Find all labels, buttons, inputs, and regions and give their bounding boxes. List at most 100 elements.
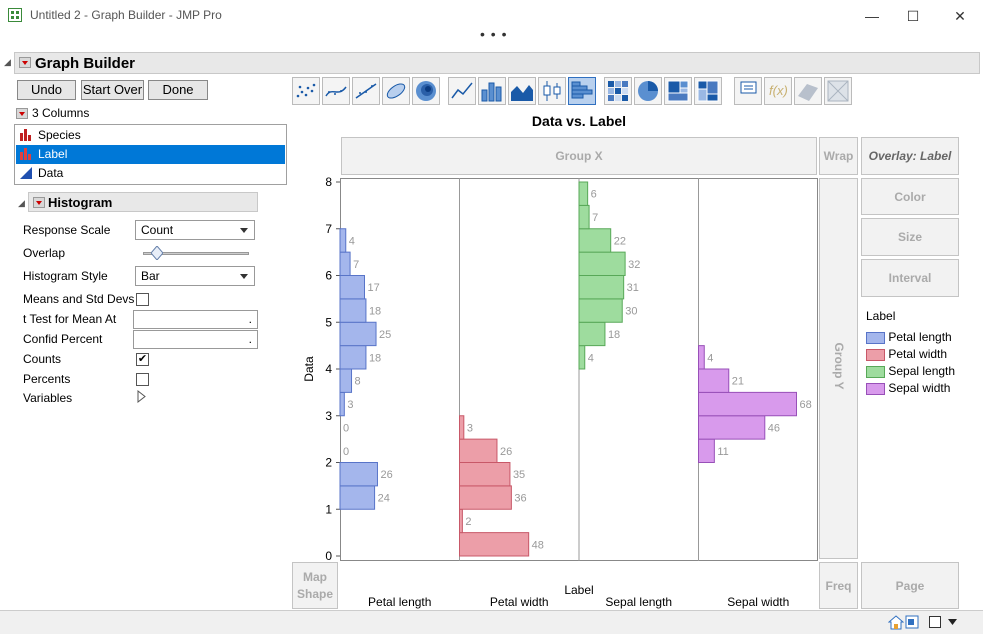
overlap-slider-thumb[interactable] bbox=[150, 245, 165, 261]
size-zone[interactable]: Size bbox=[861, 218, 959, 256]
y-tick-label: 5 bbox=[325, 315, 332, 329]
undo-button[interactable]: Undo bbox=[17, 80, 76, 100]
jmp-app-icon bbox=[8, 8, 22, 22]
box-plot-icon[interactable] bbox=[538, 77, 566, 105]
points-icon[interactable] bbox=[292, 77, 320, 105]
histogram-bar bbox=[578, 321, 606, 347]
counts-checkbox[interactable]: ✔ bbox=[136, 353, 149, 366]
count-label: 48 bbox=[532, 539, 544, 551]
toolbar-overflow-icon[interactable]: • • • bbox=[480, 26, 507, 42]
count-label: 31 bbox=[627, 282, 639, 294]
freq-zone[interactable]: Freq bbox=[819, 562, 858, 609]
caption-box-icon[interactable] bbox=[734, 77, 762, 105]
overlap-label: Overlap bbox=[23, 246, 66, 260]
legend-item[interactable]: Petal length bbox=[866, 330, 952, 344]
done-button[interactable]: Done bbox=[148, 80, 208, 100]
collapse-icon[interactable]: ◢ bbox=[4, 57, 11, 68]
window-list-icon[interactable] bbox=[905, 615, 919, 629]
variables-label: Variables bbox=[23, 391, 73, 405]
overlay-zone[interactable]: Overlay: Label bbox=[861, 137, 959, 175]
pie-icon[interactable] bbox=[634, 77, 662, 105]
histogram-bar bbox=[578, 345, 586, 370]
legend-item[interactable]: Sepal length bbox=[866, 364, 955, 378]
legend-item[interactable]: Sepal width bbox=[866, 381, 950, 395]
y-tick-label: 0 bbox=[325, 549, 332, 563]
home-icon[interactable] bbox=[888, 615, 904, 630]
color-zone[interactable]: Color bbox=[861, 178, 959, 215]
legend-swatch bbox=[866, 365, 885, 378]
histogram-bar bbox=[578, 228, 612, 253]
legend-swatch bbox=[866, 331, 885, 344]
heatmap-icon[interactable] bbox=[604, 77, 632, 105]
legend-item[interactable]: Petal width bbox=[866, 347, 947, 361]
column-item-data[interactable]: Data bbox=[16, 164, 285, 183]
column-list: Species Label Data bbox=[14, 124, 287, 185]
line-of-fit-icon[interactable] bbox=[352, 77, 380, 105]
chevron-down-icon[interactable] bbox=[948, 619, 957, 625]
treemap-icon[interactable] bbox=[664, 77, 692, 105]
histogram-bar bbox=[698, 415, 766, 440]
count-label: 18 bbox=[608, 329, 620, 341]
histogram-bar bbox=[698, 345, 705, 370]
percents-label: Percents bbox=[23, 372, 71, 386]
histogram-style-select[interactable]: Bar bbox=[135, 266, 255, 286]
page-zone[interactable]: Page bbox=[861, 562, 959, 609]
mosaic-icon[interactable] bbox=[694, 77, 722, 105]
wrap-zone[interactable]: Wrap bbox=[819, 137, 858, 175]
nominal-bar-icon bbox=[20, 129, 31, 141]
ttest-label: t Test for Mean At bbox=[23, 312, 117, 326]
minimize-button[interactable]: — bbox=[857, 6, 887, 26]
variables-expand-icon[interactable] bbox=[137, 389, 146, 406]
ellipse-icon[interactable] bbox=[382, 77, 410, 105]
histogram-bar bbox=[339, 228, 347, 253]
histogram-bar bbox=[339, 391, 345, 417]
window-title: Untitled 2 - Graph Builder - JMP Pro bbox=[30, 8, 222, 22]
map-shape-icon[interactable] bbox=[824, 77, 852, 105]
ttest-input[interactable]: . bbox=[133, 310, 258, 329]
formula-icon[interactable]: f(x) bbox=[764, 77, 792, 105]
red-triangle-menu-icon[interactable] bbox=[19, 57, 31, 68]
histogram-header: Histogram bbox=[28, 192, 258, 212]
close-button[interactable]: ✕ bbox=[945, 6, 975, 26]
histogram-bar bbox=[578, 298, 623, 323]
percents-checkbox[interactable] bbox=[136, 373, 149, 386]
column-item-species[interactable]: Species bbox=[16, 126, 285, 145]
column-item-label[interactable]: Label bbox=[16, 145, 285, 164]
y-tick-label: 2 bbox=[325, 456, 332, 470]
response-scale-select[interactable]: Count bbox=[135, 220, 255, 240]
window-toggle-icon[interactable] bbox=[929, 616, 941, 628]
bar-icon[interactable] bbox=[478, 77, 506, 105]
count-label: 8 bbox=[355, 376, 361, 388]
y-tick-label: 8 bbox=[325, 175, 332, 189]
histogram-icon[interactable] bbox=[568, 77, 596, 105]
count-label: 4 bbox=[349, 235, 355, 247]
parallel-icon[interactable] bbox=[794, 77, 822, 105]
group-y-zone[interactable]: Group Y bbox=[819, 178, 858, 559]
count-label: 7 bbox=[353, 259, 359, 271]
y-tick-label: 1 bbox=[325, 502, 332, 516]
count-label: 25 bbox=[379, 329, 391, 341]
histogram-chart: 0 1 2 3 4 5 6 7 8 Petal length Petal width Sepal le… bbox=[325, 175, 811, 609]
line-icon[interactable] bbox=[448, 77, 476, 105]
means-std-checkbox[interactable] bbox=[136, 293, 149, 306]
histogram-bar bbox=[339, 251, 351, 276]
histogram-menu-icon[interactable] bbox=[33, 197, 45, 208]
x-axis-label[interactable]: Label bbox=[340, 583, 818, 597]
response-scale-label: Response Scale bbox=[23, 223, 111, 237]
histogram-bar bbox=[339, 462, 378, 487]
smoother-icon[interactable] bbox=[322, 77, 350, 105]
count-label: 36 bbox=[514, 493, 526, 505]
histogram-bar bbox=[698, 368, 730, 393]
area-icon[interactable] bbox=[508, 77, 536, 105]
interval-zone[interactable]: Interval bbox=[861, 259, 959, 297]
contour-icon[interactable] bbox=[412, 77, 440, 105]
confid-percent-input[interactable]: . bbox=[133, 330, 258, 349]
histogram-bar bbox=[459, 462, 511, 487]
histogram-bar bbox=[339, 275, 365, 300]
histogram-bar bbox=[578, 181, 589, 206]
histogram-collapse-icon[interactable]: ◢ bbox=[18, 198, 25, 209]
columns-menu-icon[interactable] bbox=[16, 108, 28, 119]
means-std-label: Means and Std Devs bbox=[23, 292, 135, 306]
start-over-button[interactable]: Start Over bbox=[81, 80, 144, 100]
maximize-button[interactable]: ☐ bbox=[898, 6, 928, 26]
